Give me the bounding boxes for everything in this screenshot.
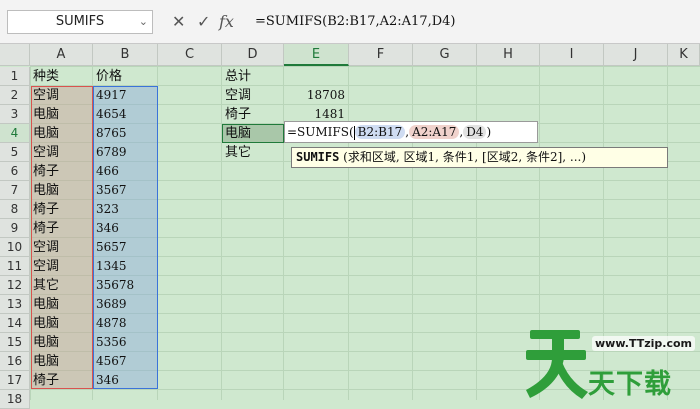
row-header-2[interactable]: 2	[0, 86, 30, 105]
cell-a4[interactable]: 电脑	[30, 124, 93, 143]
column-header-c[interactable]: C	[158, 44, 222, 66]
editor-suffix: )	[486, 125, 492, 139]
cell-e2[interactable]: 18708	[284, 86, 349, 105]
tooltip-arguments: (求和区域, 区域1, 条件1, [区域2, 条件2], ...)	[339, 150, 587, 164]
row-header-11[interactable]: 11	[0, 257, 30, 276]
cell-a15[interactable]: 电脑	[30, 333, 93, 352]
cell-a10[interactable]: 空调	[30, 238, 93, 257]
cell-d1[interactable]: 总计	[222, 67, 284, 86]
column-header-f[interactable]: F	[349, 44, 413, 66]
cell-d5[interactable]: 其它	[222, 143, 284, 162]
row-header-13[interactable]: 13	[0, 295, 30, 314]
name-box-value: SUMIFS	[55, 14, 105, 29]
grid-line	[476, 66, 477, 400]
row-header-10[interactable]: 10	[0, 238, 30, 257]
column-header-a[interactable]: A	[30, 44, 93, 66]
cell-a6[interactable]: 椅子	[30, 162, 93, 181]
cell-a5[interactable]: 空调	[30, 143, 93, 162]
cell-d4[interactable]: 电脑	[222, 124, 284, 143]
row-header-9[interactable]: 9	[0, 219, 30, 238]
editor-ref-a2-a17[interactable]: A2:A17	[409, 125, 460, 139]
cell-b16[interactable]: 4567	[93, 352, 158, 371]
cell-a3[interactable]: 电脑	[30, 105, 93, 124]
cell-a8[interactable]: 椅子	[30, 200, 93, 219]
row-header-3[interactable]: 3	[0, 105, 30, 124]
cell-b2[interactable]: 4917	[93, 86, 158, 105]
column-header-k[interactable]: K	[668, 44, 700, 66]
row-header-8[interactable]: 8	[0, 200, 30, 219]
cell-b13[interactable]: 3689	[93, 295, 158, 314]
cell-b12[interactable]: 35678	[93, 276, 158, 295]
column-header-e[interactable]: E	[284, 44, 349, 66]
editor-ref-b2-b17[interactable]: B2:B17	[354, 125, 406, 139]
row-header-14[interactable]: 14	[0, 314, 30, 333]
row-header-4[interactable]: 4	[0, 124, 30, 143]
cell-a13[interactable]: 电脑	[30, 295, 93, 314]
cell-b6[interactable]: 466	[93, 162, 158, 181]
cell-b14[interactable]: 4878	[93, 314, 158, 333]
formula-bar: SUMIFS ⌄ ✕ ✓ fx =SUMIFS(B2:B17,A2:A17,D4…	[0, 0, 700, 44]
row-header-5[interactable]: 5	[0, 143, 30, 162]
cell-a2[interactable]: 空调	[30, 86, 93, 105]
column-header-i[interactable]: I	[540, 44, 604, 66]
column-header-g[interactable]: G	[413, 44, 477, 66]
column-header-b[interactable]: B	[93, 44, 158, 66]
cell-b4[interactable]: 8765	[93, 124, 158, 143]
cell-a1[interactable]: 种类	[30, 67, 93, 86]
cell-a14[interactable]: 电脑	[30, 314, 93, 333]
fx-icon[interactable]: fx	[219, 10, 234, 34]
cell-a11[interactable]: 空调	[30, 257, 93, 276]
cell-b17[interactable]: 346	[93, 371, 158, 390]
cell-b8[interactable]: 323	[93, 200, 158, 219]
cell-d3[interactable]: 椅子	[222, 105, 284, 124]
select-all-corner[interactable]	[0, 44, 30, 66]
cell-b1[interactable]: 价格	[93, 67, 158, 86]
cell-a12[interactable]: 其它	[30, 276, 93, 295]
row-header-7[interactable]: 7	[0, 181, 30, 200]
column-header-j[interactable]: J	[604, 44, 668, 66]
name-box[interactable]: SUMIFS ⌄	[7, 10, 153, 34]
cell-a17[interactable]: 椅子	[30, 371, 93, 390]
column-header-d[interactable]: D	[222, 44, 284, 66]
editor-ref-d4[interactable]: D4	[463, 125, 487, 139]
chevron-down-icon[interactable]: ⌄	[139, 11, 148, 33]
formula-input[interactable]: =SUMIFS(B2:B17,A2:A17,D4)	[255, 10, 456, 34]
row-header-1[interactable]: 1	[0, 67, 30, 86]
cell-editor-e4[interactable]: =SUMIFS(B2:B17, A2:A17, D4)	[284, 121, 538, 143]
function-tooltip[interactable]: SUMIFS (求和区域, 区域1, 条件1, [区域2, 条件2], ...)	[291, 147, 668, 168]
cell-b15[interactable]: 5356	[93, 333, 158, 352]
row-header-15[interactable]: 15	[0, 333, 30, 352]
cell-b3[interactable]: 4654	[93, 105, 158, 124]
row-header-12[interactable]: 12	[0, 276, 30, 295]
row-header-16[interactable]: 16	[0, 352, 30, 371]
close-icon[interactable]: ✕	[172, 10, 185, 34]
cell-d2[interactable]: 空调	[222, 86, 284, 105]
cell-a7[interactable]: 电脑	[30, 181, 93, 200]
cell-a16[interactable]: 电脑	[30, 352, 93, 371]
column-header-h[interactable]: H	[477, 44, 540, 66]
cell-b10[interactable]: 5657	[93, 238, 158, 257]
cell-b5[interactable]: 6789	[93, 143, 158, 162]
cell-b9[interactable]: 346	[93, 219, 158, 238]
watermark-url: www.TTzip.com	[592, 336, 695, 351]
cell-b7[interactable]: 3567	[93, 181, 158, 200]
editor-prefix: =SUMIFS(	[287, 125, 354, 139]
cell-b11[interactable]: 1345	[93, 257, 158, 276]
row-header-17[interactable]: 17	[0, 371, 30, 390]
row-header-6[interactable]: 6	[0, 162, 30, 181]
check-icon[interactable]: ✓	[197, 10, 210, 34]
grid-line	[412, 66, 413, 400]
watermark-text: 天下载	[588, 369, 672, 400]
tooltip-function-name: SUMIFS	[296, 150, 340, 164]
cell-a9[interactable]: 椅子	[30, 219, 93, 238]
